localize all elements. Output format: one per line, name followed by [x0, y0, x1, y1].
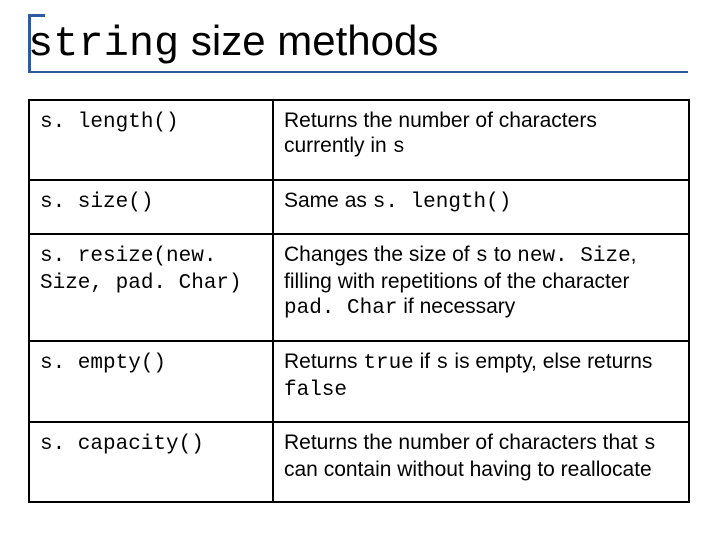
code-text: s	[393, 136, 406, 159]
table-row: s. capacity() Returns the number of char…	[29, 422, 689, 502]
code-text: s. capacity()	[40, 433, 204, 456]
table-row: s. length() Returns the number of charac…	[29, 100, 689, 180]
text: Changes the size of	[284, 243, 475, 266]
slide-title: string size methods	[28, 18, 692, 67]
text: if necessary	[397, 295, 515, 318]
method-cell: s. empty()	[29, 341, 273, 423]
text: Same as	[284, 189, 373, 212]
code-text: false	[284, 379, 347, 402]
text: is empty, else returns	[449, 350, 653, 373]
method-cell: s. size()	[29, 180, 273, 235]
desc-cell: Same as s. length()	[273, 180, 689, 235]
slide: string size methods s. length() Returns …	[0, 0, 720, 540]
code-text: s. resize(new. Size, pad. Char)	[40, 245, 242, 295]
code-text: pad. Char	[284, 297, 397, 320]
table-row: s. resize(new. Size, pad. Char) Changes …	[29, 234, 689, 340]
text: if	[414, 350, 436, 373]
desc-cell: Returns the number of characters current…	[273, 100, 689, 180]
title-underline	[28, 71, 688, 73]
title-block: string size methods	[28, 18, 692, 73]
code-text: s. size()	[40, 191, 153, 214]
method-cell: s. resize(new. Size, pad. Char)	[29, 234, 273, 340]
text: Returns the number of characters that	[284, 431, 644, 454]
desc-cell: Changes the size of s to new. Size, fill…	[273, 234, 689, 340]
desc-cell: Returns true if s is empty, else returns…	[273, 341, 689, 423]
code-text: s	[644, 433, 657, 456]
code-text: s. length()	[40, 111, 179, 134]
code-text: new. Size	[517, 245, 630, 268]
text: to	[488, 243, 517, 266]
table-row: s. empty() Returns true if s is empty, e…	[29, 341, 689, 423]
code-text: s	[436, 352, 449, 375]
methods-table: s. length() Returns the number of charac…	[28, 99, 690, 503]
code-text: s. length()	[373, 191, 512, 214]
desc-cell: Returns the number of characters that s …	[273, 422, 689, 502]
title-accent	[28, 14, 45, 73]
code-text: true	[363, 352, 413, 375]
code-text: s. empty()	[40, 352, 166, 375]
method-cell: s. capacity()	[29, 422, 273, 502]
code-text: s	[475, 245, 488, 268]
method-cell: s. length()	[29, 100, 273, 180]
text: Returns the number of characters current…	[284, 109, 597, 157]
methods-tbody: s. length() Returns the number of charac…	[29, 100, 689, 502]
text: Returns	[284, 350, 363, 373]
title-code: string	[28, 20, 179, 68]
table-row: s. size() Same as s. length()	[29, 180, 689, 235]
text: can contain without having to reallocate	[284, 458, 652, 481]
title-rest: size methods	[179, 17, 438, 64]
